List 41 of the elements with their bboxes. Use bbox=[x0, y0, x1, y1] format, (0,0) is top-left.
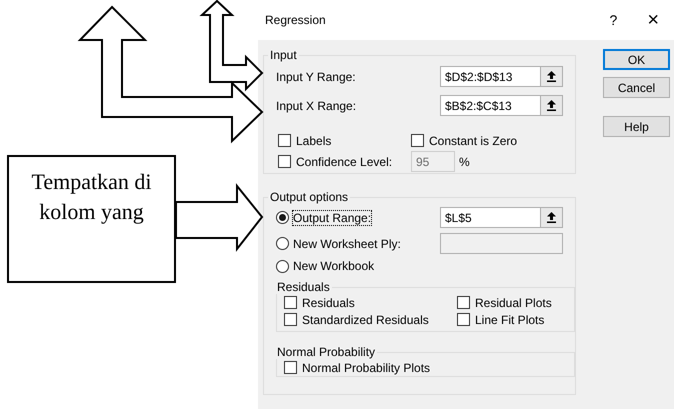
callout-note: Tempatkan di kolom yang bbox=[7, 155, 176, 283]
checkbox[interactable] bbox=[278, 134, 291, 147]
dialog-button[interactable]: Help bbox=[603, 116, 670, 137]
unit-label: % bbox=[459, 154, 470, 168]
checkbox-label[interactable]: Residuals bbox=[302, 296, 355, 310]
checkbox-label[interactable]: Line Fit Plots bbox=[475, 312, 544, 326]
checkbox[interactable] bbox=[284, 313, 297, 326]
group-legend: Residuals bbox=[275, 280, 332, 294]
checkbox-label[interactable]: Normal Probability Plots bbox=[302, 360, 430, 374]
checkbox-label[interactable]: Labels bbox=[296, 134, 332, 148]
radio-label[interactable]: New Workbook bbox=[293, 259, 374, 273]
window-title: Regression bbox=[265, 13, 326, 27]
help-glyph-button[interactable]: ? bbox=[602, 13, 624, 27]
checkbox[interactable] bbox=[457, 313, 470, 326]
collapse-button[interactable] bbox=[540, 66, 563, 87]
radio-button[interactable] bbox=[276, 211, 289, 224]
checkbox[interactable] bbox=[284, 296, 297, 309]
collapse-button[interactable] bbox=[540, 95, 563, 116]
checkbox[interactable] bbox=[457, 296, 470, 309]
upload-arrow-icon bbox=[547, 71, 556, 82]
range-field[interactable]: $L$5 bbox=[440, 207, 540, 228]
group-legend: Normal Probability bbox=[275, 345, 378, 359]
radio-button[interactable] bbox=[276, 260, 289, 272]
checkbox-label[interactable]: Residual Plots bbox=[475, 296, 552, 310]
dialog-button[interactable]: Cancel bbox=[603, 77, 670, 98]
group-legend: Input bbox=[268, 48, 299, 62]
range-field[interactable]: $B$2:$C$13 bbox=[440, 95, 540, 116]
checkbox[interactable] bbox=[411, 134, 424, 147]
checkbox[interactable] bbox=[284, 361, 297, 374]
dialog-button[interactable]: OK bbox=[603, 49, 670, 70]
field-label: Input Y Range: bbox=[276, 70, 357, 84]
group-legend: Output options bbox=[268, 190, 350, 204]
range-field[interactable]: $D$2:$D$13 bbox=[440, 66, 540, 87]
checkbox-label[interactable]: Standardized Residuals bbox=[302, 312, 429, 326]
radio-label[interactable]: Output Range: bbox=[293, 210, 372, 224]
close-button[interactable]: × bbox=[640, 13, 666, 27]
collapse-button[interactable] bbox=[540, 207, 563, 228]
upload-arrow-icon bbox=[547, 100, 556, 111]
upload-arrow-icon bbox=[547, 212, 556, 223]
field-label: Input X Range: bbox=[276, 98, 358, 112]
checkbox-label[interactable]: Constant is Zero bbox=[429, 134, 518, 148]
